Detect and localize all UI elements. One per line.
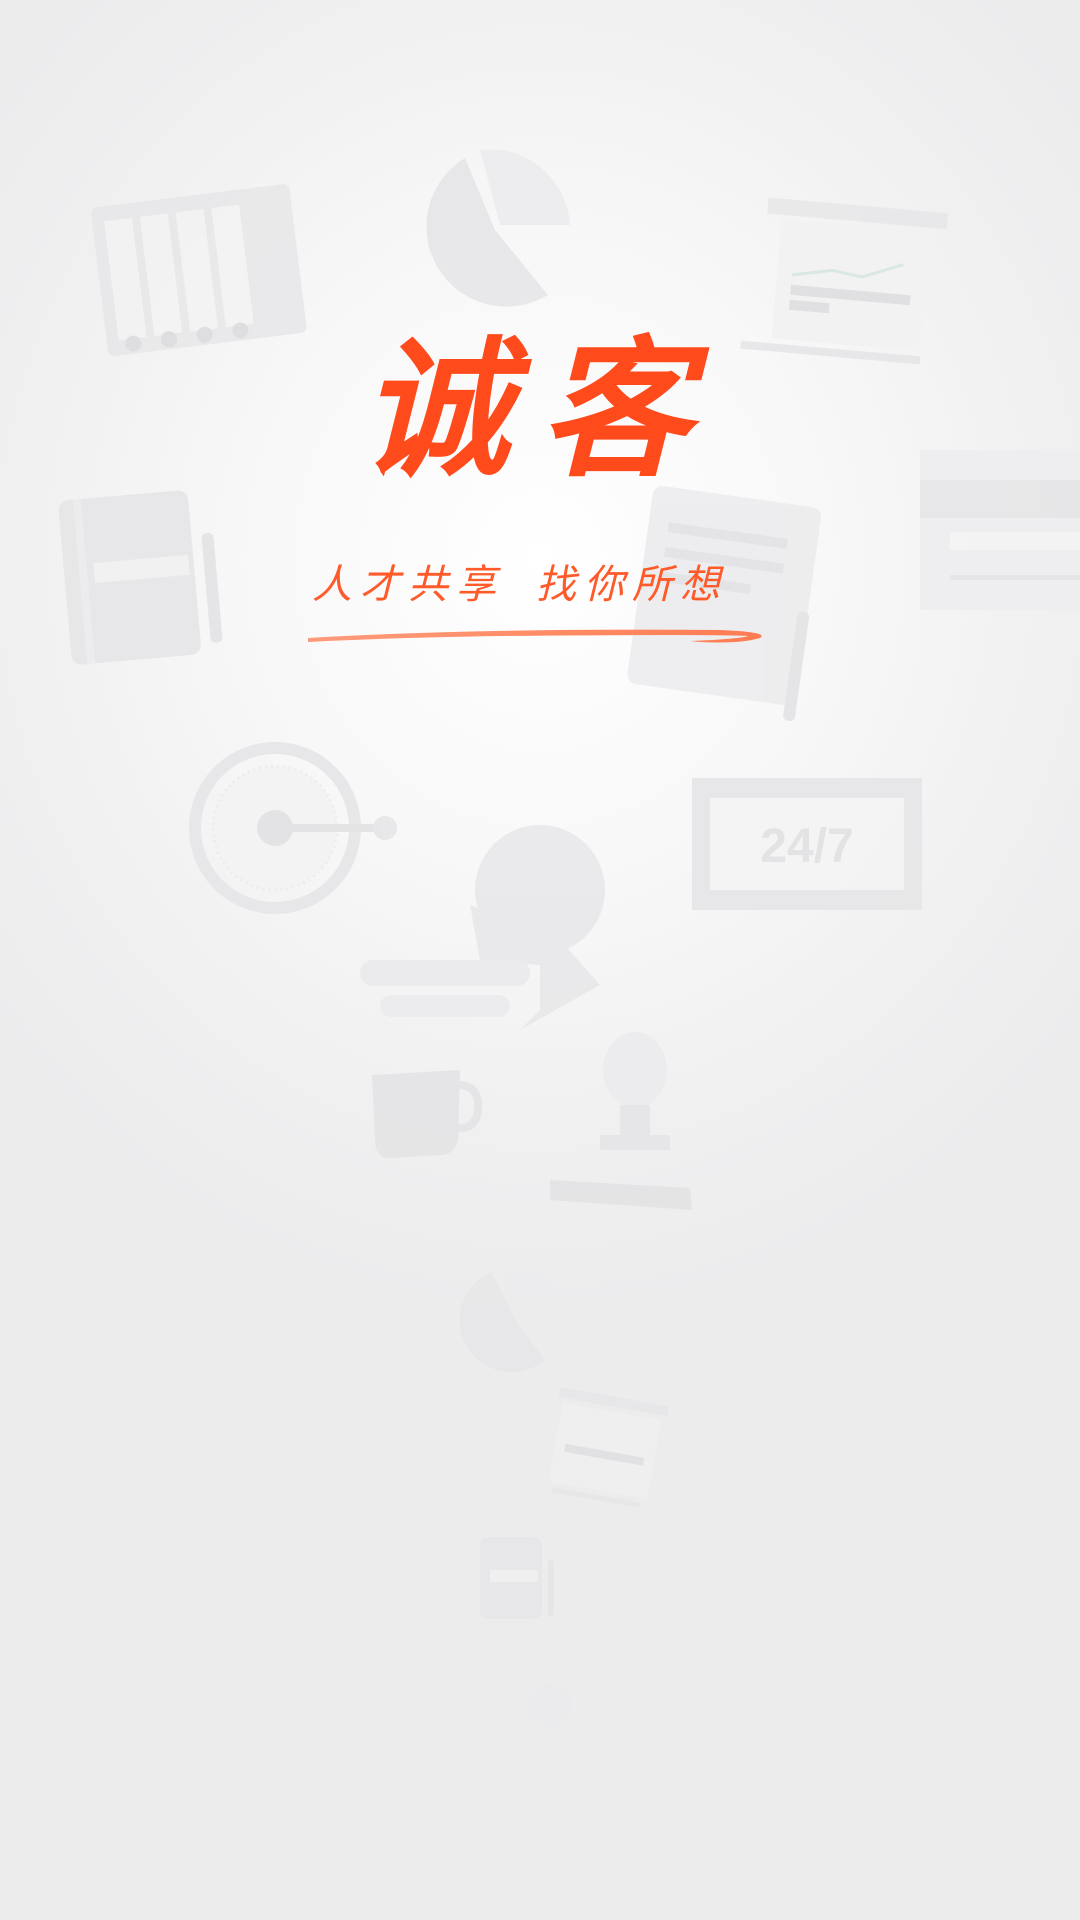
slogan-part-2: 找你所想 xyxy=(536,562,728,608)
brush-underline xyxy=(308,629,762,643)
slogan: 人才共享 找你所想 xyxy=(310,552,730,610)
slogan-part-1: 人才共享 xyxy=(312,562,504,608)
splash-brand: 诚客 人才共享 找你所想 xyxy=(0,0,1080,1920)
app-logo-title: 诚客 xyxy=(360,322,721,498)
